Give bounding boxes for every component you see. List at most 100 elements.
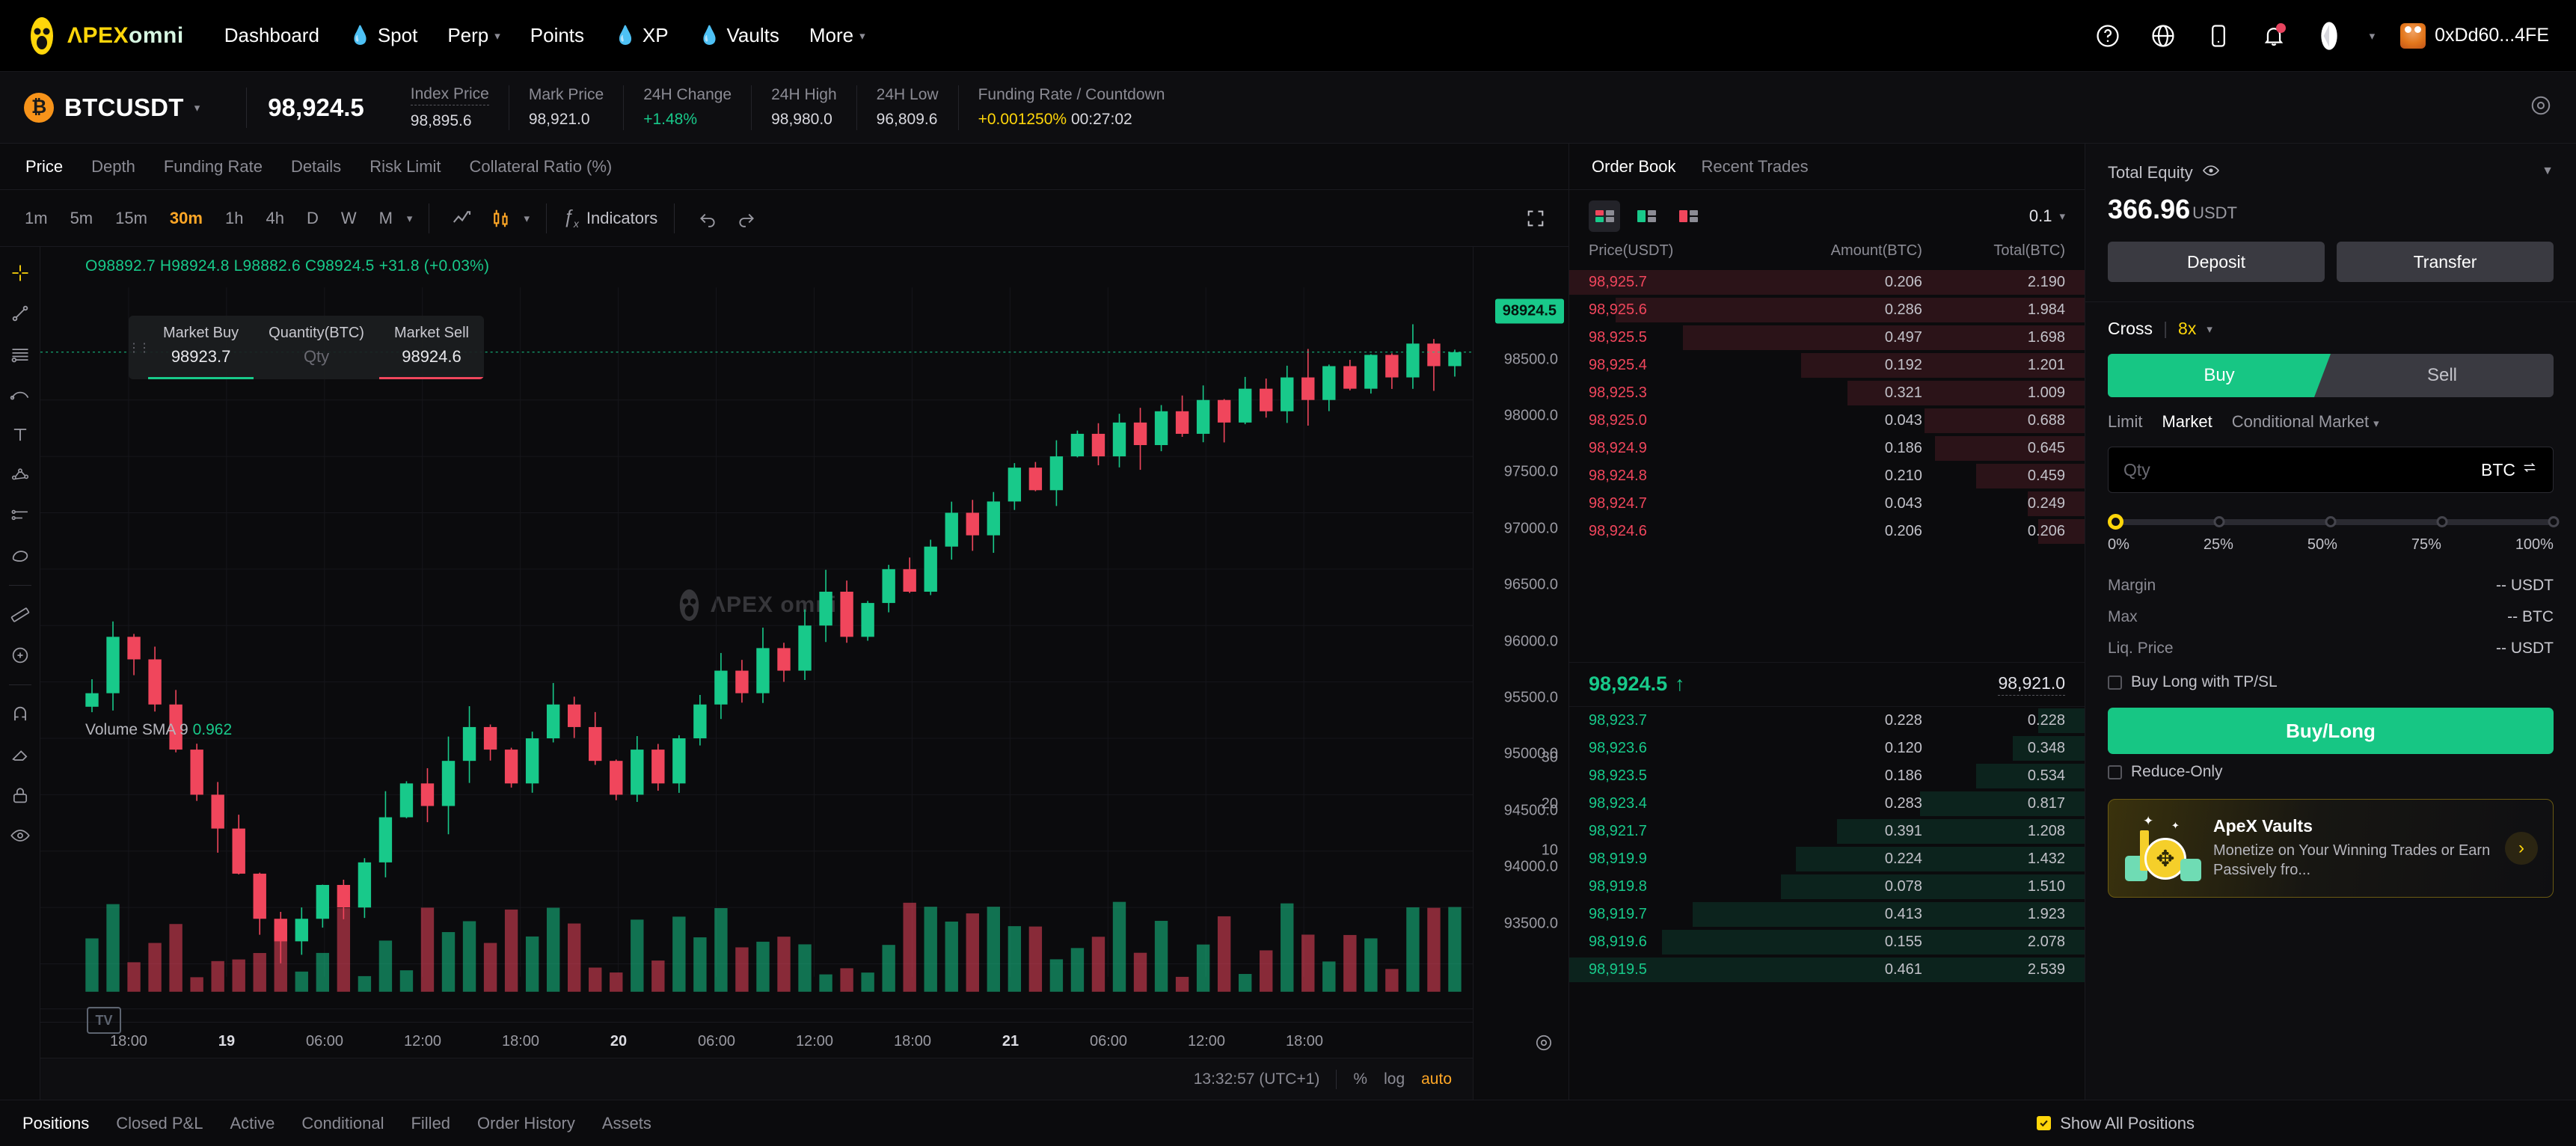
slider-node-25[interactable] bbox=[2213, 516, 2225, 527]
symbol-selector[interactable]: ₿ BTCUSDT ▾ bbox=[24, 92, 225, 123]
timeframe-w[interactable]: W bbox=[333, 203, 365, 233]
forecast-icon[interactable] bbox=[4, 500, 36, 531]
buy-tab[interactable]: Buy bbox=[2108, 354, 2331, 397]
order-type-conditional-market[interactable]: Conditional Market ▾ bbox=[2232, 412, 2379, 432]
chevron-down-icon[interactable]: ▾ bbox=[524, 212, 530, 225]
eye-icon[interactable] bbox=[2202, 162, 2220, 183]
collapse-icon[interactable]: ▼ bbox=[2542, 165, 2554, 178]
nav-item-more[interactable]: More ▾ bbox=[809, 24, 865, 47]
tpsl-checkbox-row[interactable]: Buy Long with TP/SL bbox=[2108, 673, 2554, 691]
slider-node-75[interactable] bbox=[2436, 516, 2448, 527]
drag-handle-icon[interactable]: ⋮⋮ bbox=[129, 316, 150, 379]
tab-collateral-ratio[interactable]: Collateral Ratio (%) bbox=[470, 157, 613, 177]
zoom-in-icon[interactable] bbox=[4, 640, 36, 671]
crosshair-icon[interactable] bbox=[4, 257, 36, 289]
indicators-button[interactable]: ƒx Indicators bbox=[563, 206, 657, 230]
tpsl-checkbox[interactable] bbox=[2108, 675, 2122, 690]
submit-order-button[interactable]: Buy/Long bbox=[2108, 708, 2554, 754]
order-book-row[interactable]: 98,925.0 0.043 0.688 bbox=[1569, 407, 2085, 435]
quantity-input[interactable] bbox=[2123, 459, 2481, 480]
nav-item-points[interactable]: Points bbox=[530, 24, 584, 47]
vault-arrow-icon[interactable]: › bbox=[2505, 832, 2538, 865]
lock-icon[interactable] bbox=[4, 779, 36, 811]
nav-item-perp[interactable]: Perp ▾ bbox=[447, 24, 500, 47]
order-book-row[interactable]: 98,921.7 0.391 1.208 bbox=[1569, 818, 2085, 845]
bottom-tab-order-history[interactable]: Order History bbox=[477, 1114, 575, 1133]
bottom-tab-filled[interactable]: Filled bbox=[411, 1114, 450, 1133]
tab-funding-rate[interactable]: Funding Rate bbox=[164, 157, 263, 177]
timeframe-5m[interactable]: 5m bbox=[62, 203, 102, 233]
timeframe-1m[interactable]: 1m bbox=[16, 203, 56, 233]
chevron-down-icon[interactable]: ▾ bbox=[2370, 29, 2376, 43]
deposit-button[interactable]: Deposit bbox=[2108, 242, 2325, 282]
quantity-field[interactable]: BTC bbox=[2108, 447, 2554, 493]
price-axis[interactable]: 98500.0 98000.0 97500.0 97000.0 96500.0 96000… bbox=[1473, 247, 1568, 1100]
nav-item-dashboard[interactable]: Dashboard bbox=[224, 24, 319, 47]
quantity-unit-toggle[interactable]: BTC bbox=[2481, 459, 2538, 480]
bottom-tab-positions[interactable]: Positions bbox=[22, 1114, 89, 1133]
mobile-icon[interactable] bbox=[2204, 21, 2233, 51]
tab-order-book[interactable]: Order Book bbox=[1592, 157, 1676, 177]
fullscreen-icon[interactable] bbox=[1519, 202, 1552, 235]
order-book-row[interactable]: 98,924.6 0.206 0.206 bbox=[1569, 518, 2085, 545]
tab-risk-limit[interactable]: Risk Limit bbox=[369, 157, 441, 177]
timeframe-30m[interactable]: 30m bbox=[162, 203, 211, 233]
size-slider[interactable] bbox=[2108, 514, 2560, 530]
timeframe-15m[interactable]: 15m bbox=[107, 203, 156, 233]
text-icon[interactable] bbox=[4, 419, 36, 450]
bell-icon[interactable] bbox=[2259, 21, 2289, 51]
slider-node-50[interactable] bbox=[2325, 516, 2337, 527]
order-book-row[interactable]: 98,923.4 0.283 0.817 bbox=[1569, 790, 2085, 818]
chart-settings-icon[interactable] bbox=[1534, 1033, 1554, 1056]
help-icon[interactable] bbox=[2093, 21, 2123, 51]
tab-recent-trades[interactable]: Recent Trades bbox=[1702, 157, 1809, 177]
pitchfork-icon[interactable] bbox=[4, 379, 36, 410]
tab-price[interactable]: Price bbox=[25, 157, 63, 177]
globe-icon[interactable] bbox=[2148, 21, 2178, 51]
view-mode-asks-icon[interactable] bbox=[1672, 200, 1704, 232]
trendline-icon[interactable] bbox=[4, 298, 36, 329]
bottom-tab-assets[interactable]: Assets bbox=[602, 1114, 651, 1133]
order-book-row[interactable]: 98,924.9 0.186 0.645 bbox=[1569, 435, 2085, 462]
timeframe-4h[interactable]: 4h bbox=[257, 203, 292, 233]
order-type-limit[interactable]: Limit bbox=[2108, 412, 2142, 432]
bottom-tab-conditional[interactable]: Conditional bbox=[301, 1114, 384, 1133]
show-all-positions-row[interactable]: Show All Positions bbox=[2037, 1114, 2554, 1133]
margin-mode-button[interactable]: Cross bbox=[2108, 319, 2153, 339]
undo-icon[interactable] bbox=[691, 202, 724, 235]
transfer-button[interactable]: Transfer bbox=[2337, 242, 2554, 282]
order-book-row[interactable]: 98,924.8 0.210 0.459 bbox=[1569, 462, 2085, 490]
nav-item-spot[interactable]: 💧 Spot bbox=[349, 24, 417, 47]
ethereum-icon[interactable] bbox=[2314, 21, 2344, 51]
order-book-row[interactable]: 98,919.9 0.224 1.432 bbox=[1569, 845, 2085, 873]
reduce-only-checkbox[interactable] bbox=[2108, 764, 2122, 779]
wallet-button[interactable]: 0xDd60...4FE bbox=[2400, 22, 2549, 49]
chart-order-widget[interactable]: ⋮⋮ Market Buy 98923.7 Quantity(BTC) Qty … bbox=[129, 316, 484, 379]
order-book-row[interactable]: 98,925.7 0.206 2.190 bbox=[1569, 269, 2085, 296]
horizontal-ray-icon[interactable] bbox=[4, 338, 36, 370]
order-book-row[interactable]: 98,924.7 0.043 0.249 bbox=[1569, 490, 2085, 518]
quantity-cell[interactable]: Quantity(BTC) Qty bbox=[254, 316, 379, 379]
candlestick-chart-icon[interactable] bbox=[485, 202, 518, 235]
line-chart-icon[interactable] bbox=[446, 202, 479, 235]
slider-knob[interactable] bbox=[2108, 514, 2123, 530]
view-mode-bids-icon[interactable] bbox=[1631, 200, 1662, 232]
order-type-market[interactable]: Market bbox=[2162, 412, 2212, 432]
order-book-row[interactable]: 98,923.6 0.120 0.348 bbox=[1569, 735, 2085, 762]
order-book-row[interactable]: 98,919.7 0.413 1.923 bbox=[1569, 901, 2085, 928]
bottom-tab-active[interactable]: Active bbox=[230, 1114, 275, 1133]
tab-depth[interactable]: Depth bbox=[91, 157, 135, 177]
order-book-row[interactable]: 98,923.7 0.228 0.228 bbox=[1569, 707, 2085, 735]
bottom-tab-closed-pnl[interactable]: Closed P&L bbox=[116, 1114, 203, 1133]
order-book-row[interactable]: 98,925.3 0.321 1.009 bbox=[1569, 379, 2085, 407]
timeframe-1h[interactable]: 1h bbox=[217, 203, 251, 233]
order-book-row[interactable]: 98,925.4 0.192 1.201 bbox=[1569, 352, 2085, 379]
tradingview-logo-icon[interactable]: TV bbox=[87, 1007, 121, 1034]
sell-tab[interactable]: Sell bbox=[2331, 354, 2554, 397]
timeframe-m[interactable]: M bbox=[371, 203, 401, 233]
nav-item-xp[interactable]: 💧 XP bbox=[614, 24, 669, 47]
brand-logo-area[interactable]: ΛPEXomni bbox=[27, 16, 184, 55]
grouping-selector[interactable]: 0.1 ▾ bbox=[2029, 206, 2065, 226]
redo-icon[interactable] bbox=[730, 202, 763, 235]
order-book-row[interactable]: 98,925.6 0.286 1.984 bbox=[1569, 296, 2085, 324]
